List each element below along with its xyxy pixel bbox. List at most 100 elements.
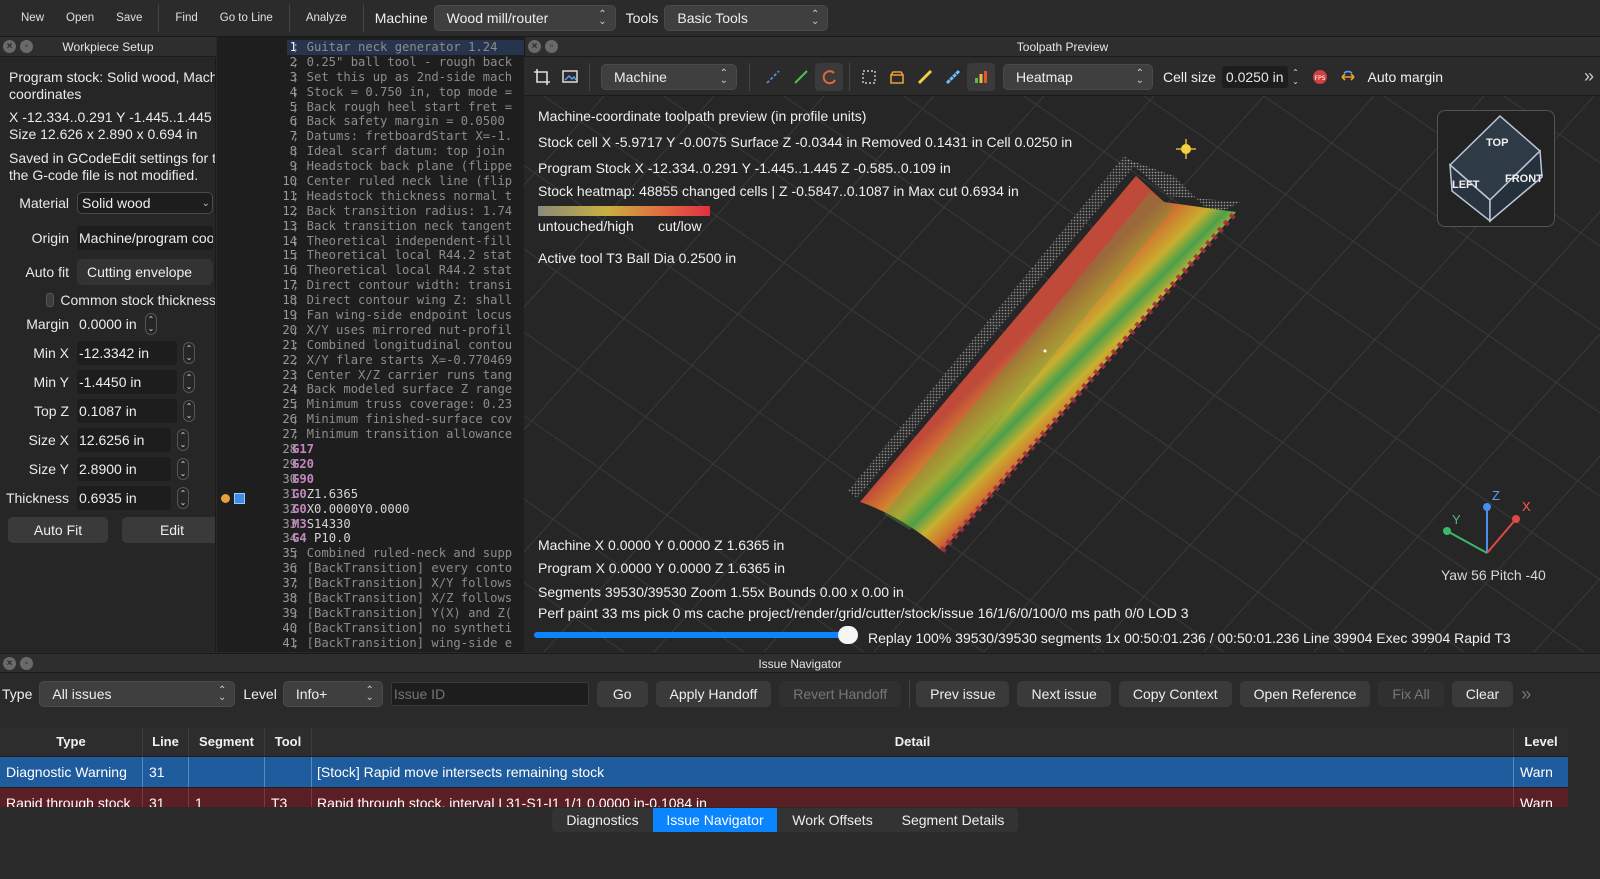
heatmap-bars-icon[interactable] [967, 62, 995, 91]
sizey-stepper[interactable]: ⌃ ⌄ [177, 458, 189, 480]
screenshot-icon[interactable] [556, 63, 584, 91]
cube-left-face[interactable]: LEFT [1452, 179, 1480, 191]
view-cube[interactable]: TOP LEFT FRONT [1437, 110, 1555, 227]
cell-size-input[interactable]: 0.0250 in [1221, 65, 1288, 88]
code-line[interactable]: 34 G4 P10.0 [217, 531, 524, 546]
code-line[interactable]: 37; [BackTransition] X/Y follows [217, 576, 524, 591]
code-line[interactable]: 30 G90 [217, 472, 524, 487]
material-select[interactable]: Solid wood ⌄ [77, 192, 213, 214]
auto-margin-icon[interactable] [1334, 63, 1362, 91]
prev-issue-button[interactable]: Prev issue [916, 681, 1010, 707]
code-line[interactable]: 16; Theoretical local R44.2 stat [217, 263, 524, 278]
close-icon[interactable]: × [528, 40, 541, 53]
thickness-stepper[interactable]: ⌃ ⌄ [177, 487, 189, 509]
column-header-segment[interactable]: Segment [189, 728, 265, 756]
code-line[interactable]: 7; Datums: fretboardStart X=-1. [217, 129, 524, 144]
coordinate-select[interactable]: Machine ⌃ ⌄ [601, 63, 737, 90]
tools-select[interactable]: Basic Tools ⌃ ⌄ [664, 5, 829, 31]
miny-stepper[interactable]: ⌃ ⌄ [183, 371, 195, 393]
edit-button[interactable]: Edit [122, 517, 215, 543]
cube-front-face[interactable]: FRONT [1505, 173, 1543, 185]
tool-icon[interactable] [911, 63, 939, 91]
rapid-move-icon[interactable] [759, 63, 787, 91]
code-line[interactable]: 21; Combined longitudinal contou [217, 338, 524, 353]
float-icon[interactable]: ▫ [20, 657, 33, 670]
sizey-input[interactable]: 2.8900 in [77, 457, 171, 481]
table-row[interactable]: Diagnostic Warning 31 [Stock] Rapid move… [0, 757, 1568, 787]
auto-margin-label[interactable]: Auto margin [1368, 69, 1443, 85]
gcode-editor[interactable]: 1; Guitar neck generator 1.24 2; 0.25" ba… [217, 37, 524, 652]
code-line[interactable]: 18; Direct contour wing Z: shall [217, 293, 524, 308]
issue-id-input[interactable] [390, 682, 589, 706]
cube-top-face[interactable]: TOP [1486, 137, 1508, 149]
code-line[interactable]: 22; X/Y flare starts X=-0.770469 [217, 353, 524, 368]
find-button[interactable]: Find [164, 0, 208, 37]
code-line[interactable]: 4; Stock = 0.750 in, top mode = [217, 85, 524, 100]
go-to-line-button[interactable]: Go to Line [209, 0, 284, 37]
sizex-input[interactable]: 12.6256 in [77, 428, 171, 452]
code-line[interactable]: 11; Headstock thickness normal t [217, 189, 524, 204]
code-line[interactable]: 19; Fan wing-side endpoint locus [217, 308, 524, 323]
code-line[interactable]: 3; Set this up as 2nd-side mach [217, 70, 524, 85]
code-line[interactable]: 33 M3S14330 [217, 517, 524, 532]
code-line[interactable]: 20; X/Y uses mirrored nut-profil [217, 323, 524, 338]
code-line[interactable]: 38; [BackTransition] X/Z follows [217, 591, 524, 606]
stock-icon[interactable] [883, 63, 911, 91]
code-line[interactable]: 41; [BackTransition] wing-side e [217, 636, 524, 651]
code-line[interactable]: 35; Combined ruled-neck and supp [217, 546, 524, 561]
code-line[interactable]: 17; Direct contour width: transi [217, 278, 524, 293]
close-icon[interactable]: × [3, 657, 16, 670]
code-line[interactable]: 10; Center ruled neck line (flip [217, 174, 524, 189]
code-line[interactable]: 40; [BackTransition] no syntheti [217, 621, 524, 636]
origin-select[interactable]: Machine/program coordinates [77, 226, 213, 250]
light-marker-icon[interactable] [1176, 139, 1196, 159]
column-header-tool[interactable]: Tool [265, 728, 312, 756]
view-mode-select[interactable]: Heatmap ⌃ ⌄ [1003, 63, 1153, 90]
float-icon[interactable]: ▫ [20, 40, 33, 53]
column-header-detail[interactable]: Detail [312, 728, 1514, 756]
level-select[interactable]: Info+ ⌃ ⌄ [282, 681, 383, 707]
tab-work-offsets[interactable]: Work Offsets [777, 808, 888, 832]
code-line[interactable]: 39; [BackTransition] Y(X) and Z( [217, 606, 524, 621]
code-line[interactable]: 12; Back transition radius: 1.74 [217, 204, 524, 219]
crop-icon[interactable] [528, 63, 556, 91]
perf-icon[interactable]: FPS [1306, 63, 1334, 91]
code-line[interactable]: 5; Back rough heel start fret = [217, 100, 524, 115]
measure-icon[interactable] [939, 63, 967, 91]
tab-issue-navigator[interactable]: Issue Navigator [653, 808, 777, 832]
code-line[interactable]: 14; Theoretical independent-fill [217, 234, 524, 249]
save-button[interactable]: Save [105, 0, 153, 37]
code-line[interactable]: 36; [BackTransition] every conto [217, 561, 524, 576]
copy-context-button[interactable]: Copy Context [1118, 681, 1232, 707]
float-icon[interactable]: ▫ [545, 40, 558, 53]
apply-handoff-button[interactable]: Apply Handoff [655, 681, 772, 707]
machine-select[interactable]: Wood mill/router ⌃ ⌄ [433, 5, 616, 31]
overflow-chevron-icon[interactable]: » [1521, 684, 1531, 705]
bounds-icon[interactable] [855, 63, 883, 91]
code-line[interactable]: 31 G0Z1.6365 [217, 487, 524, 502]
topz-input[interactable]: 0.1087 in [77, 399, 177, 423]
code-line[interactable]: 28 G17 [217, 442, 524, 457]
minx-input[interactable]: -12.3342 in [77, 341, 177, 365]
code-line[interactable]: 24; Back modeled surface Z range [217, 382, 524, 397]
margin-input[interactable]: 0.0000 in [77, 312, 145, 336]
code-line[interactable]: 13; Back transition neck tangent [217, 219, 524, 234]
auto-fit-button[interactable]: Auto Fit [8, 517, 108, 543]
column-header-line[interactable]: Line [143, 728, 189, 756]
autofit-select[interactable]: Cutting envelope [77, 259, 213, 285]
open-reference-button[interactable]: Open Reference [1239, 681, 1371, 707]
arc-move-icon[interactable] [815, 62, 843, 91]
code-line[interactable]: 15; Theoretical local R44.2 stat [217, 248, 524, 263]
revert-handoff-button[interactable]: Revert Handoff [779, 681, 902, 707]
analyze-button[interactable]: Analyze [295, 0, 358, 37]
next-issue-button[interactable]: Next issue [1017, 681, 1111, 707]
open-button[interactable]: Open [55, 0, 105, 37]
go-button[interactable]: Go [596, 681, 648, 707]
code-line[interactable]: 25; Minimum truss coverage: 0.23 [217, 397, 524, 412]
sizex-stepper[interactable]: ⌃ ⌄ [177, 429, 189, 451]
toolpath-viewport[interactable]: TOP LEFT FRONT Z X Y Yaw 56 Pitch -40 Ma… [524, 96, 1600, 652]
tab-segment-details[interactable]: Segment Details [888, 808, 1018, 832]
fix-all-button[interactable]: Fix All [1378, 681, 1444, 707]
table-row[interactable]: Rapid through stock 31 1 T3 Rapid throug… [0, 788, 1568, 807]
miny-input[interactable]: -1.4450 in [77, 370, 177, 394]
